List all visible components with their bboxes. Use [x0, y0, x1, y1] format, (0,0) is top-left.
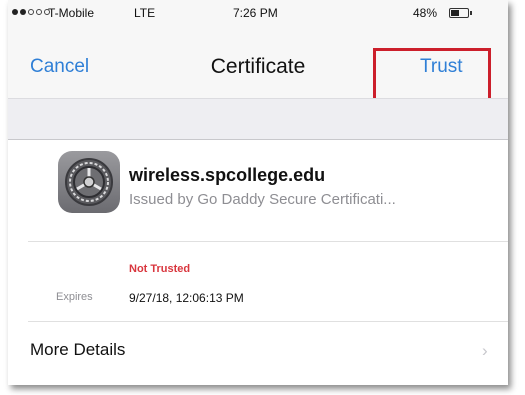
- certificate-card: wireless.spcollege.edu Issued by Go Dadd…: [8, 140, 508, 380]
- battery-percentage: 48%: [413, 6, 438, 20]
- expires-value: 9/27/18, 12:06:13 PM: [129, 291, 244, 305]
- carrier-name: T-Mobile: [48, 6, 95, 20]
- network-type: LTE: [134, 6, 156, 20]
- expires-label: Expires: [56, 291, 93, 303]
- chevron-right-icon[interactable]: ›: [482, 341, 488, 361]
- trust-status: Not Trusted: [129, 263, 191, 275]
- certificate-issuer: Issued by Go Daddy Secure Certificati...: [129, 191, 396, 208]
- navigation-bar: Cancel Certificate Trust: [8, 28, 508, 122]
- status-time: 7:26 PM: [233, 6, 278, 20]
- certificate-name: wireless.spcollege.edu: [129, 165, 326, 185]
- phone-screen: T-Mobile LTE 7:26 PM 48% Cancel Certific…: [8, 0, 508, 385]
- divider: [28, 321, 508, 322]
- divider: [28, 241, 508, 242]
- status-bar: T-Mobile LTE 7:26 PM 48%: [8, 0, 508, 28]
- battery-icon: [449, 8, 472, 18]
- settings-gear-icon: [58, 151, 120, 213]
- more-details-row[interactable]: More Details: [30, 340, 125, 360]
- section-separator: [8, 98, 508, 140]
- signal-icon: [12, 9, 50, 15]
